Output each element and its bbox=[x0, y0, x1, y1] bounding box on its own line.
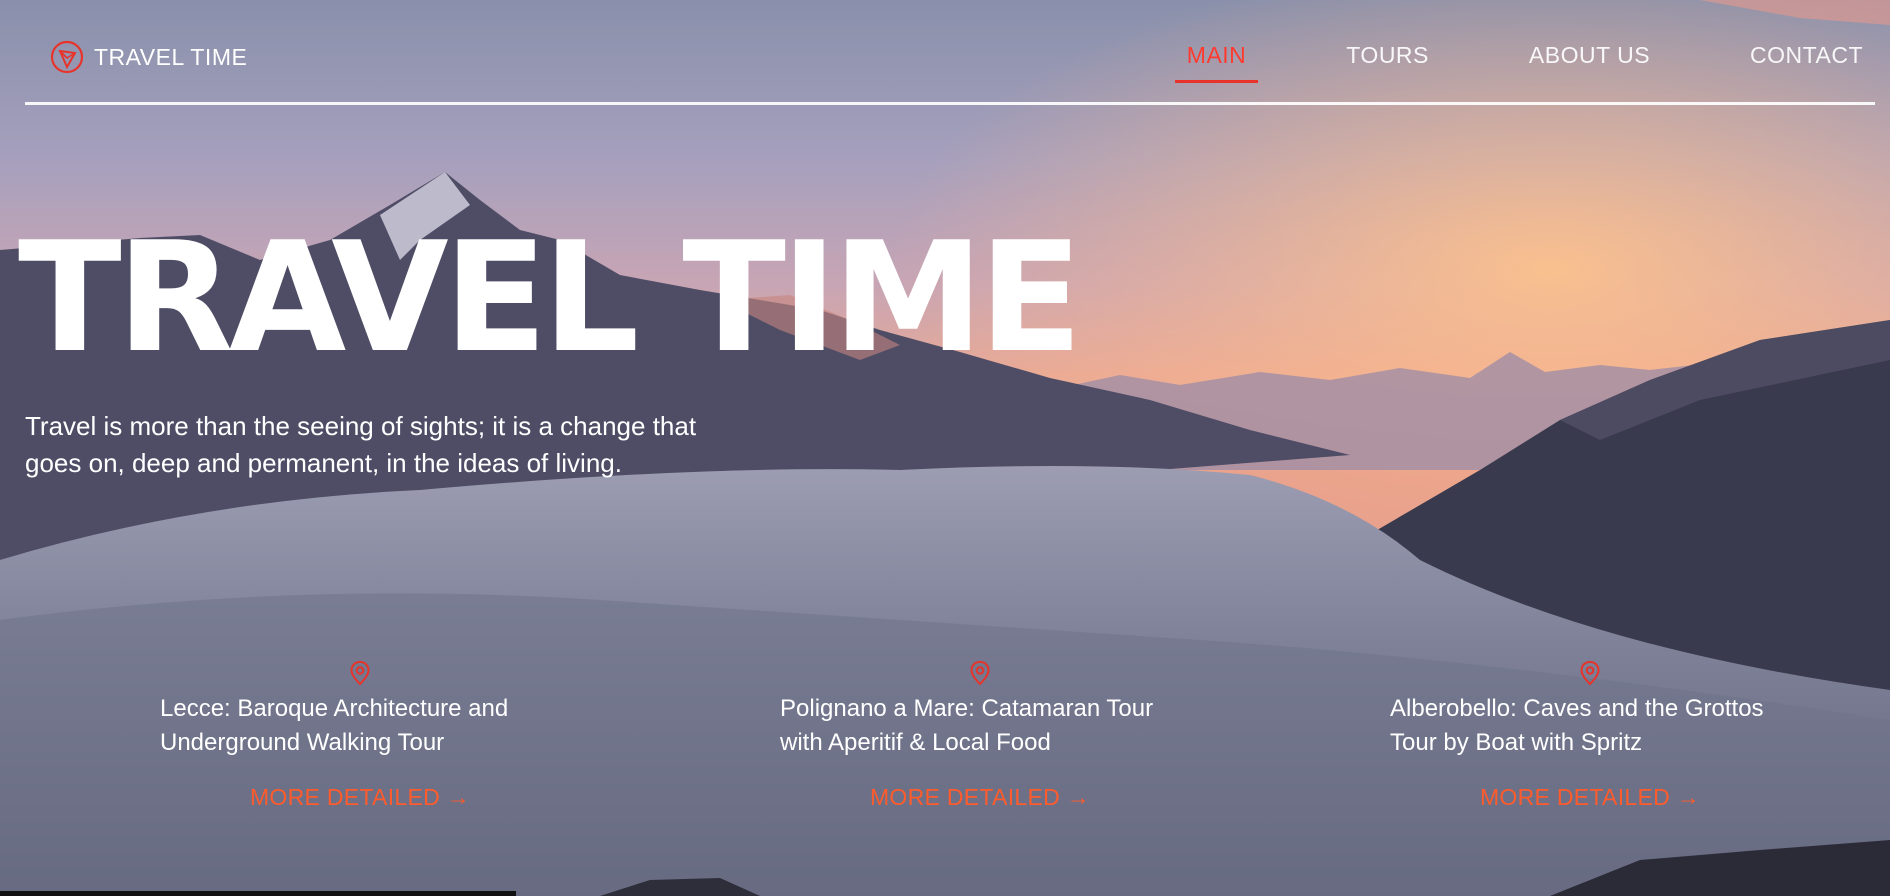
tour-title: Polignano a Mare: Catamaran Tour with Ap… bbox=[780, 695, 1154, 756]
hero-section: TRAVEL TIME MAIN TOURS ABOUT US CONTACT … bbox=[0, 0, 1890, 896]
more-detailed-link[interactable]: MORE DETAILED → bbox=[780, 784, 1180, 811]
tour-title: Alberobello: Caves and the Grottos Tour … bbox=[1390, 695, 1764, 756]
logo[interactable]: TRAVEL TIME bbox=[50, 40, 247, 74]
nav-item-main[interactable]: MAIN bbox=[1174, 42, 1259, 83]
horizontal-scrollbar[interactable] bbox=[0, 891, 516, 896]
main-nav: MAIN TOURS ABOUT US CONTACT bbox=[1099, 42, 1875, 83]
map-pin-icon bbox=[350, 660, 370, 686]
tour-title: Lecce: Baroque Architecture and Undergro… bbox=[160, 695, 509, 756]
nav-item-contact[interactable]: CONTACT bbox=[1738, 42, 1875, 83]
logo-text: TRAVEL TIME bbox=[94, 43, 248, 70]
more-detailed-link[interactable]: MORE DETAILED → bbox=[1390, 784, 1790, 811]
nav-item-about-us[interactable]: ABOUT US bbox=[1517, 42, 1662, 83]
site-header: TRAVEL TIME MAIN TOURS ABOUT US CONTACT bbox=[25, 0, 1875, 105]
more-detailed-link[interactable]: MORE DETAILED → bbox=[160, 784, 560, 811]
nav-item-tours[interactable]: TOURS bbox=[1334, 42, 1441, 83]
map-pin-icon bbox=[1580, 660, 1600, 686]
compass-icon bbox=[50, 40, 84, 74]
hero-tagline: Travel is more than the seeing of sights… bbox=[25, 411, 697, 478]
tour-card: Alberobello: Caves and the Grottos Tour … bbox=[1390, 660, 1790, 811]
tour-card: Polignano a Mare: Catamaran Tour with Ap… bbox=[780, 660, 1180, 811]
hero-title: TRAVEL TIME bbox=[18, 209, 1083, 386]
tour-card: Lecce: Baroque Architecture and Undergro… bbox=[160, 660, 560, 811]
map-pin-icon bbox=[970, 660, 990, 686]
